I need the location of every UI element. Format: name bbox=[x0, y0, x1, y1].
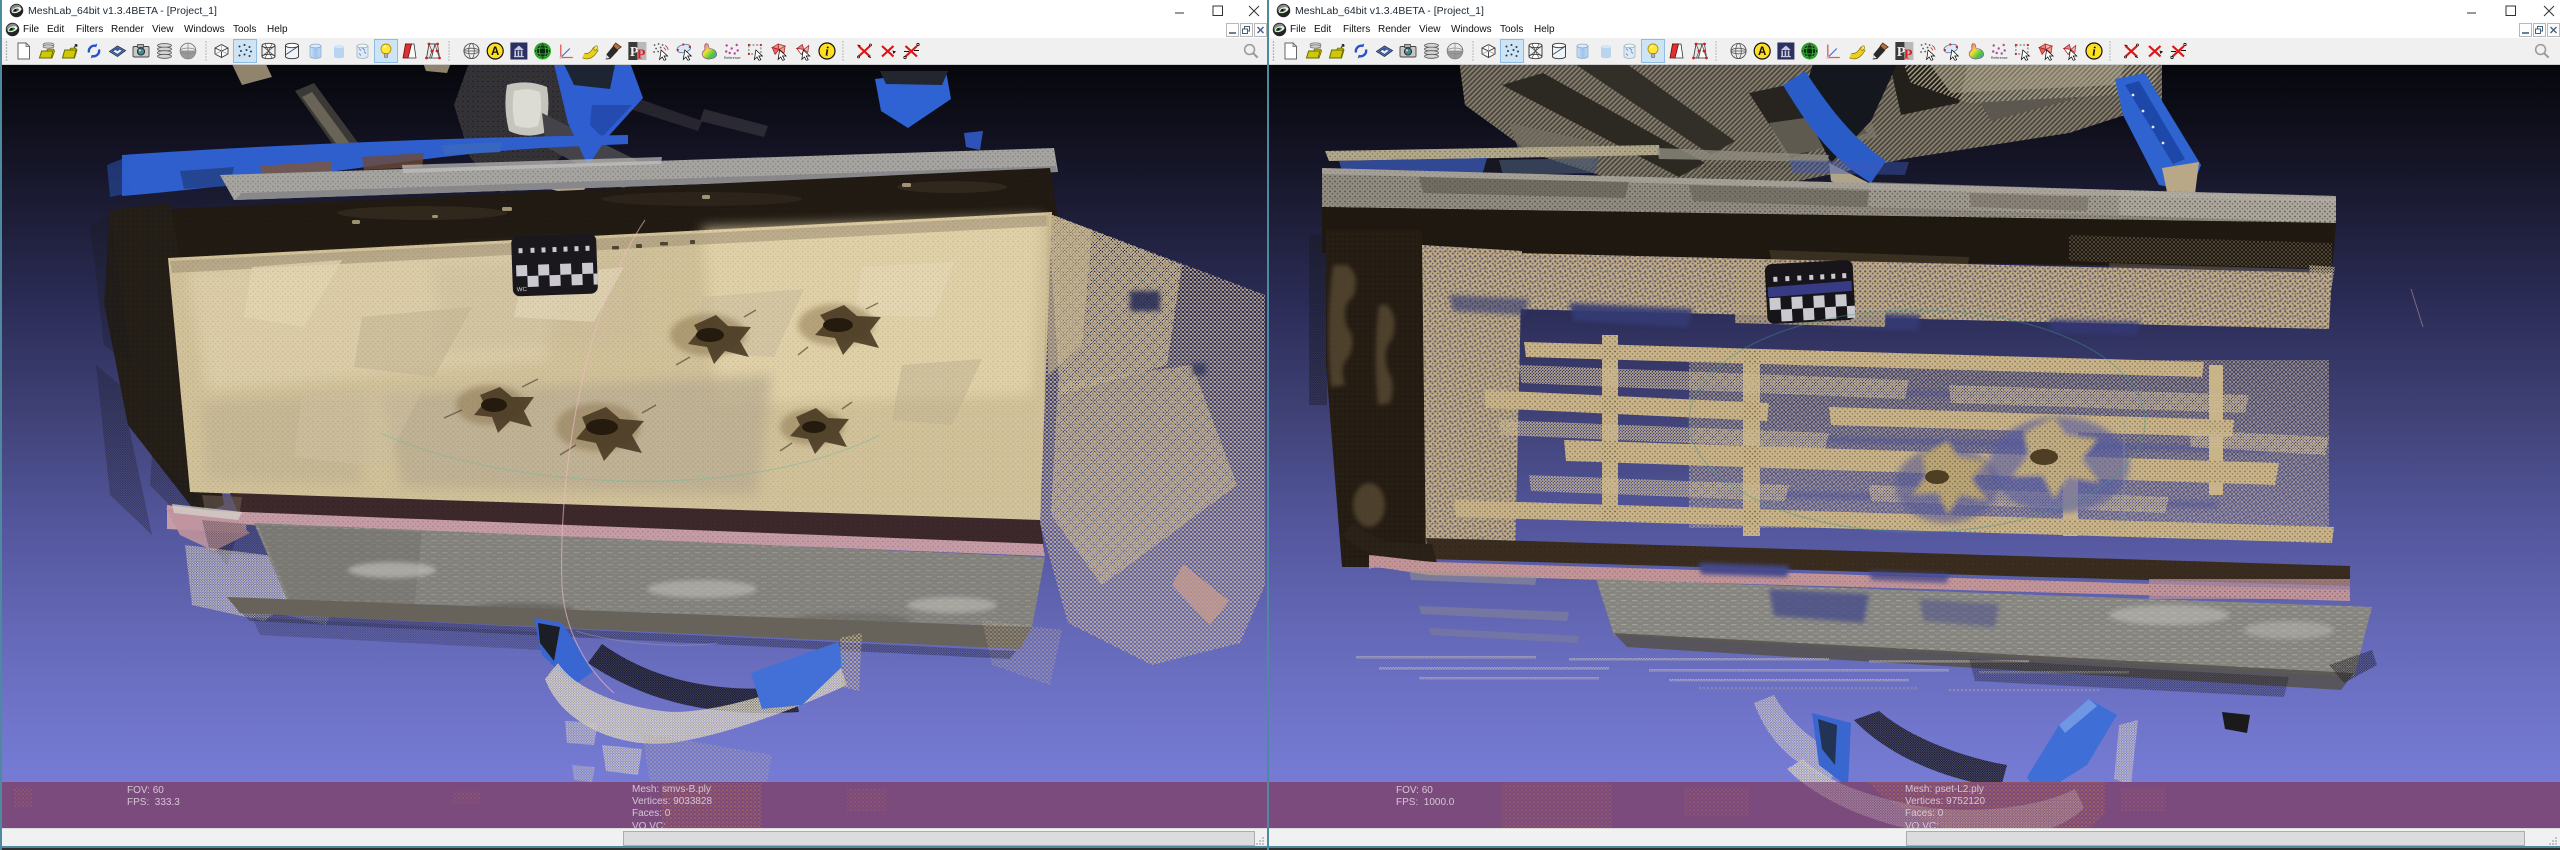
svg-text:WC: WC bbox=[517, 287, 528, 293]
